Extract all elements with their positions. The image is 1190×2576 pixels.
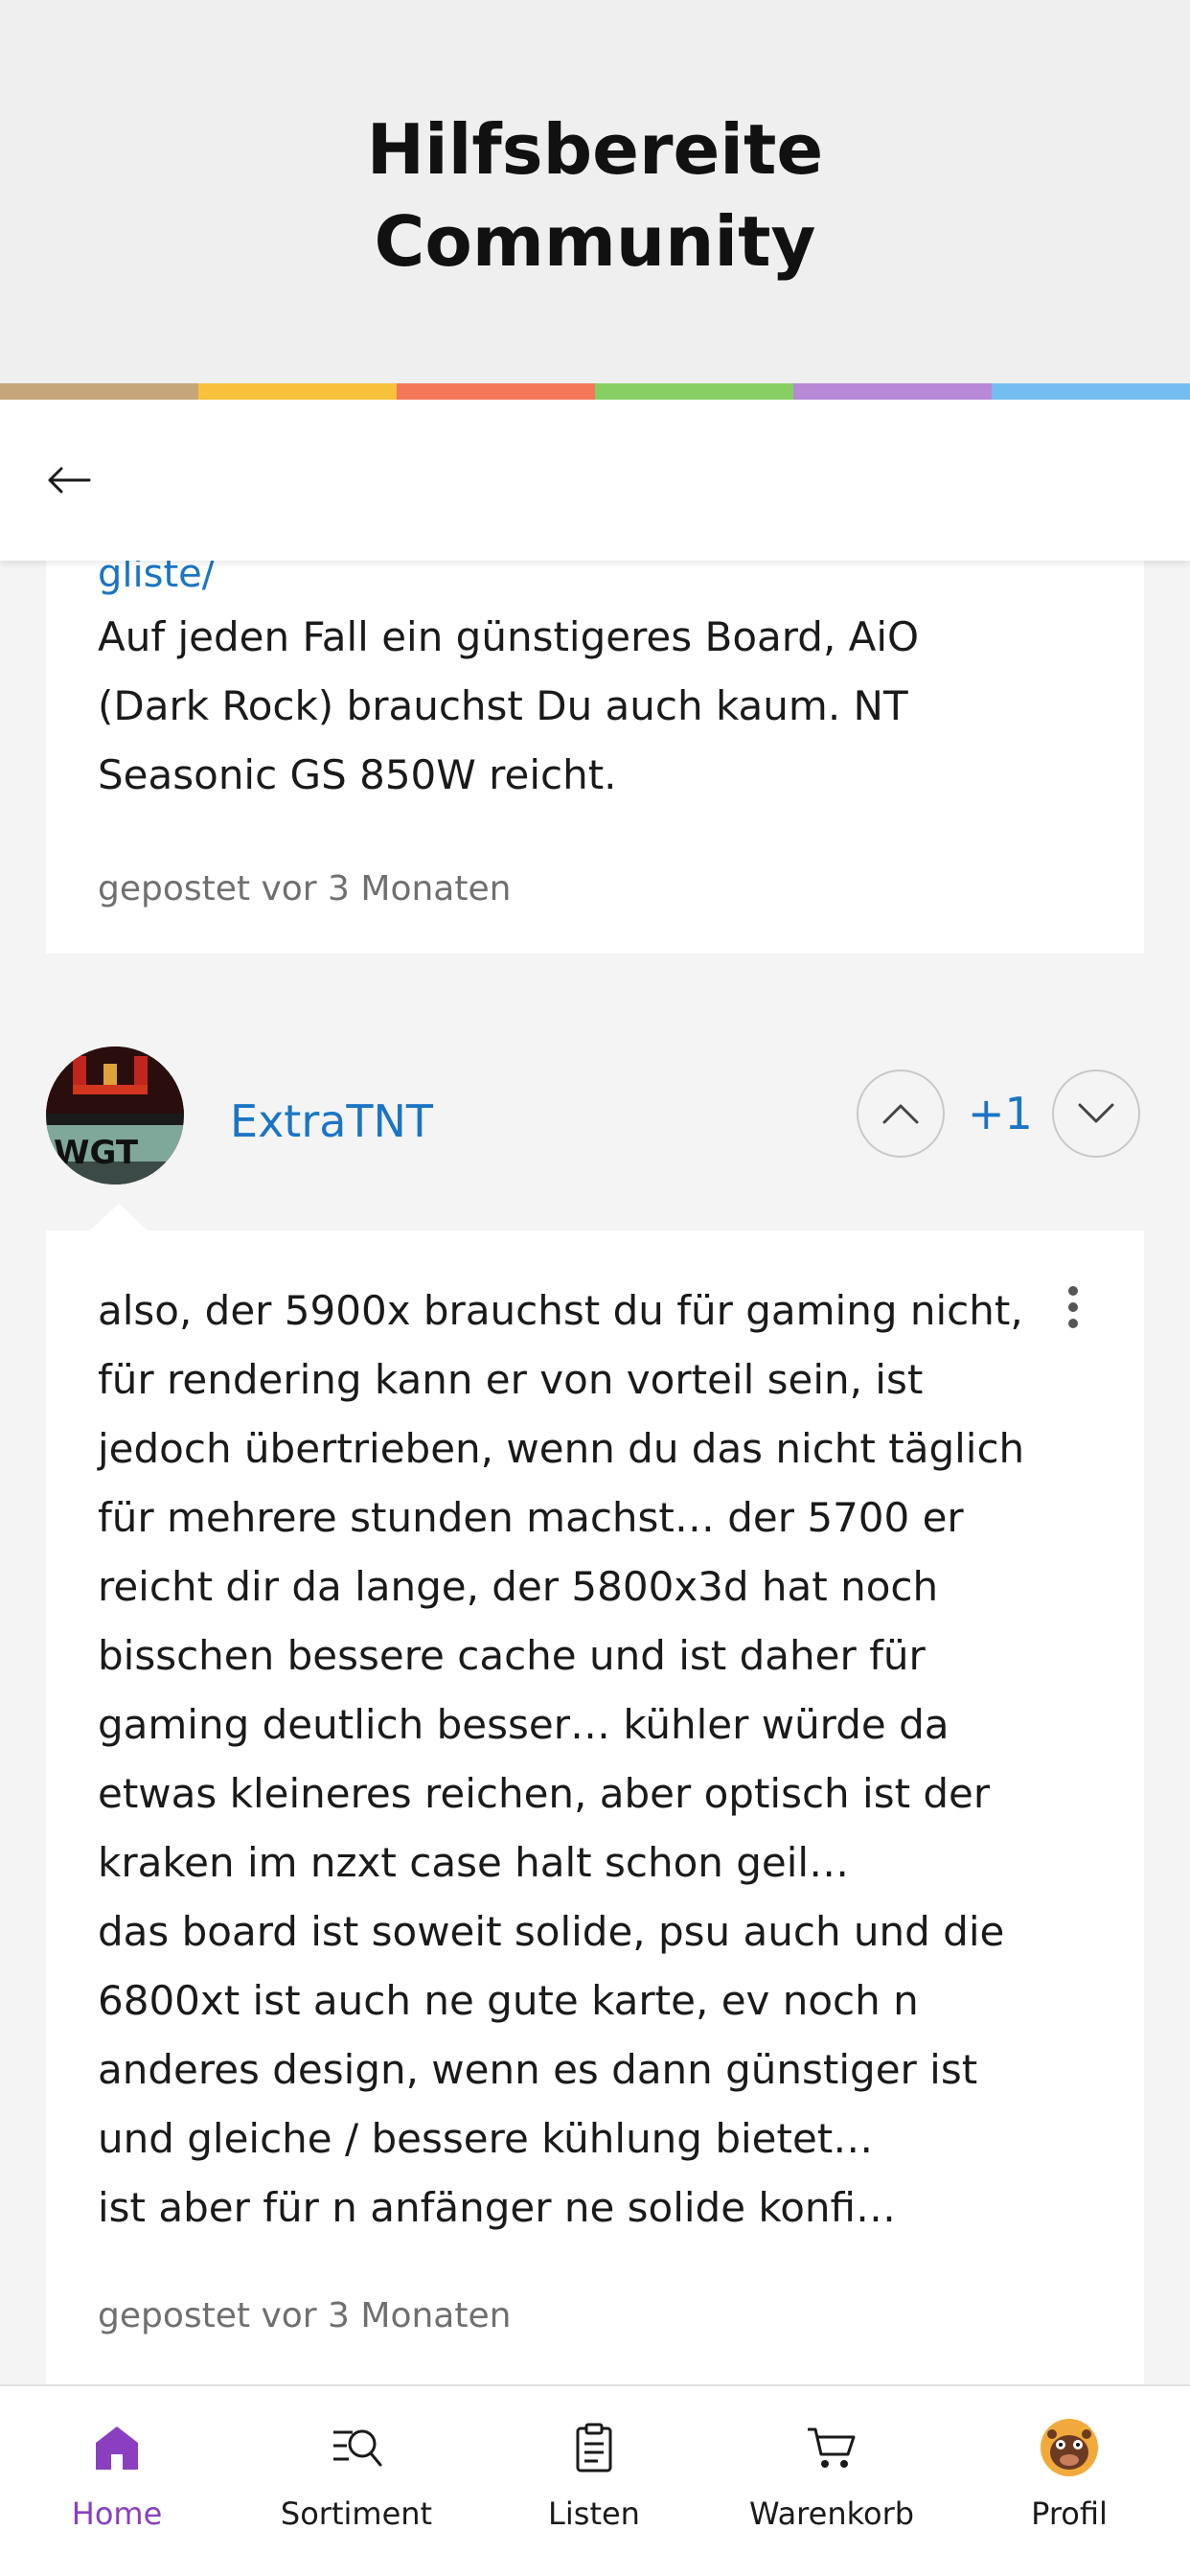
search-list-icon — [333, 2429, 382, 2467]
color-stripe-bar — [0, 383, 1190, 400]
profile-avatar-icon — [1041, 2419, 1098, 2476]
post-body: Auf jeden Fall ein günstigeres Board, Ai… — [98, 613, 920, 798]
tab-label: Profil — [1031, 2496, 1108, 2532]
page-title: Hilfsbereite Community — [0, 104, 1190, 288]
post-timestamp: gepostet vor 3 Monaten — [98, 2296, 512, 2335]
vote-count: +1 — [968, 1088, 1033, 1139]
tab-label: Sortiment — [280, 2496, 433, 2532]
upvote-button[interactable] — [857, 1070, 945, 1158]
cart-icon — [808, 2427, 856, 2468]
tab-warenkorb[interactable]: Warenkorb — [736, 2413, 927, 2532]
tab-label: Warenkorb — [748, 2496, 915, 2532]
tab-listen[interactable]: Listen — [498, 2413, 690, 2532]
chevron-down-icon — [1078, 1103, 1114, 1123]
tab-profil[interactable]: Profil — [973, 2413, 1165, 2532]
back-button[interactable] — [38, 449, 100, 511]
page-title-line2: Community — [374, 201, 816, 282]
tab-label: Listen — [548, 2496, 640, 2532]
stripe-1 — [0, 383, 198, 400]
top-nav-bar — [0, 400, 1190, 561]
post-timestamp: gepostet vor 3 Monaten — [98, 869, 512, 908]
user-avatar-image: WGT — [46, 1046, 184, 1184]
downvote-button[interactable] — [1052, 1070, 1140, 1158]
arrow-left-icon — [48, 467, 91, 494]
bottom-tab-bar: Home Sortiment Listen Warenkorb Profil — [0, 2384, 1190, 2576]
stripe-5 — [793, 383, 992, 400]
answer-card: also, der 5900x brauchst du für gaming n… — [46, 1204, 1144, 2390]
clipboard-icon — [576, 2423, 612, 2472]
speech-pointer — [90, 1204, 148, 1230]
answer-card: gliste/ Auf jeden Fall ein günstigeres B… — [46, 552, 1144, 954]
avatar[interactable]: WGT — [46, 1046, 184, 1184]
home-icon — [96, 2426, 138, 2470]
stripe-6 — [992, 383, 1190, 400]
username-link[interactable]: ExtraTNT — [230, 1092, 433, 1150]
stripe-4 — [595, 383, 793, 400]
post-body: also, der 5900x brauchst du für gaming n… — [98, 1287, 1025, 2231]
stripe-2 — [198, 383, 397, 400]
app-header: Hilfsbereite Community — [0, 0, 1190, 383]
chevron-up-icon — [882, 1104, 919, 1124]
tab-home[interactable]: Home — [21, 2413, 213, 2532]
stripe-3 — [397, 383, 595, 400]
avatar-text: WGT — [54, 1134, 139, 1172]
page-title-line1: Hilfsbereite — [366, 109, 824, 190]
tab-sortiment[interactable]: Sortiment — [261, 2413, 452, 2532]
tab-label: Home — [71, 2496, 163, 2532]
